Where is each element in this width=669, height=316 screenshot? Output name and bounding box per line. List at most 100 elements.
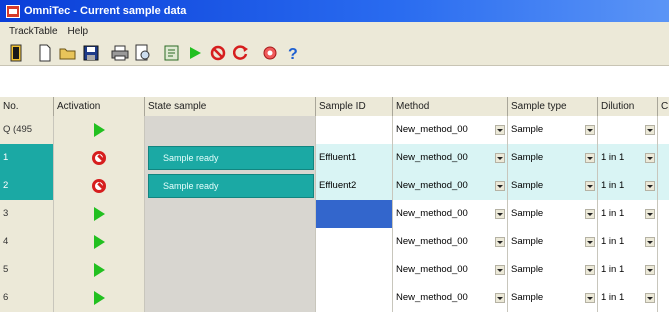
method-select[interactable]: New_method_00: [393, 284, 508, 312]
extra-cell[interactable]: [658, 284, 669, 312]
export-icon[interactable]: [162, 43, 182, 63]
sample-type-select[interactable]: Sample: [508, 200, 598, 228]
method-value: New_method_00: [396, 180, 468, 191]
chevron-down-icon[interactable]: [495, 265, 505, 275]
activation-cell[interactable]: [54, 256, 145, 284]
reset-icon[interactable]: [231, 43, 251, 63]
chevron-down-icon[interactable]: [495, 125, 505, 135]
method-select[interactable]: New_method_00: [393, 228, 508, 256]
save-icon[interactable]: [81, 43, 101, 63]
table-row[interactable]: 1 Sample ready Effluent1 New_method_00 Sampl…: [0, 144, 669, 172]
dilution-select[interactable]: 1 in 1: [598, 256, 658, 284]
play-icon[interactable]: [93, 123, 105, 137]
sample-id-cell[interactable]: Effluent2: [316, 172, 393, 200]
dilution-select[interactable]: [598, 116, 658, 144]
col-header-extra[interactable]: C: [658, 97, 669, 116]
activation-cell[interactable]: [54, 116, 145, 144]
col-header-activation[interactable]: Activation: [54, 97, 145, 116]
sample-type-select[interactable]: Sample: [508, 228, 598, 256]
chevron-down-icon[interactable]: [495, 153, 505, 163]
chevron-down-icon[interactable]: [585, 293, 595, 303]
record-icon[interactable]: [260, 43, 280, 63]
play-icon[interactable]: [93, 207, 105, 221]
menu-tracktable[interactable]: TrackTable: [4, 26, 63, 37]
dilution-select[interactable]: 1 in 1: [598, 228, 658, 256]
chevron-down-icon[interactable]: [645, 293, 655, 303]
dilution-select[interactable]: 1 in 1: [598, 144, 658, 172]
chevron-down-icon[interactable]: [585, 237, 595, 247]
col-header-method[interactable]: Method: [393, 97, 508, 116]
extra-cell[interactable]: [658, 200, 669, 228]
sample-id-cell[interactable]: [316, 228, 393, 256]
chevron-down-icon[interactable]: [645, 181, 655, 191]
sample-type-select[interactable]: Sample: [508, 256, 598, 284]
sample-type-select[interactable]: Sample: [508, 116, 598, 144]
chevron-down-icon[interactable]: [585, 125, 595, 135]
activation-cell[interactable]: [54, 228, 145, 256]
col-header-state-sample[interactable]: State sample: [145, 97, 316, 116]
menu-help[interactable]: Help: [63, 26, 94, 37]
play-icon[interactable]: [93, 235, 105, 249]
sample-id-cell[interactable]: Effluent1: [316, 144, 393, 172]
extra-cell[interactable]: [658, 116, 669, 144]
chevron-down-icon[interactable]: [495, 181, 505, 191]
sample-id-cell[interactable]: [316, 200, 393, 228]
print-icon[interactable]: [110, 43, 130, 63]
method-select[interactable]: New_method_00: [393, 172, 508, 200]
open-icon[interactable]: [58, 43, 78, 63]
chevron-down-icon[interactable]: [645, 153, 655, 163]
chevron-down-icon[interactable]: [645, 265, 655, 275]
chevron-down-icon[interactable]: [645, 237, 655, 247]
method-select[interactable]: New_method_00: [393, 144, 508, 172]
chevron-down-icon[interactable]: [585, 153, 595, 163]
chevron-down-icon[interactable]: [645, 125, 655, 135]
activation-cell[interactable]: [54, 144, 145, 172]
help-icon[interactable]: ?: [283, 43, 303, 63]
chevron-down-icon[interactable]: [645, 209, 655, 219]
stop-icon[interactable]: [92, 179, 106, 193]
print-preview-icon[interactable]: [133, 43, 153, 63]
col-header-dilution[interactable]: Dilution: [598, 97, 658, 116]
dilution-select[interactable]: 1 in 1: [598, 284, 658, 312]
new-icon[interactable]: [35, 43, 55, 63]
play-icon[interactable]: [93, 263, 105, 277]
table-row[interactable]: 5 New_method_00 Sample 1 in 1: [0, 256, 669, 284]
method-select[interactable]: New_method_00: [393, 200, 508, 228]
activation-cell[interactable]: [54, 284, 145, 312]
method-select[interactable]: New_method_00: [393, 256, 508, 284]
stop-icon[interactable]: [92, 151, 106, 165]
col-header-sample-type[interactable]: Sample type: [508, 97, 598, 116]
sample-type-select[interactable]: Sample: [508, 284, 598, 312]
chevron-down-icon[interactable]: [585, 209, 595, 219]
activation-cell[interactable]: [54, 172, 145, 200]
extra-cell[interactable]: [658, 172, 669, 200]
chevron-down-icon[interactable]: [585, 265, 595, 275]
chevron-down-icon[interactable]: [495, 293, 505, 303]
sample-id-cell[interactable]: [316, 284, 393, 312]
table-row[interactable]: 4 New_method_00 Sample 1 in 1: [0, 228, 669, 256]
sample-type-select[interactable]: Sample: [508, 144, 598, 172]
col-header-no[interactable]: No.: [0, 97, 54, 116]
table-row[interactable]: Q (495 New_method_00 Sample: [0, 116, 669, 144]
table-row[interactable]: 2 Sample ready Effluent2 New_method_00 Sampl…: [0, 172, 669, 200]
activation-cell[interactable]: [54, 200, 145, 228]
table-row[interactable]: 3 New_method_00 Sample 1 in 1: [0, 200, 669, 228]
dilution-select[interactable]: 1 in 1: [598, 200, 658, 228]
sample-id-cell[interactable]: [316, 256, 393, 284]
extra-cell[interactable]: [658, 256, 669, 284]
dilution-select[interactable]: 1 in 1: [598, 172, 658, 200]
stop-icon[interactable]: [208, 43, 228, 63]
col-header-sample-id[interactable]: Sample ID: [316, 97, 393, 116]
run-icon[interactable]: [185, 43, 205, 63]
play-icon[interactable]: [93, 291, 105, 305]
extra-cell[interactable]: [658, 144, 669, 172]
extra-cell[interactable]: [658, 228, 669, 256]
sample-type-select[interactable]: Sample: [508, 172, 598, 200]
method-select[interactable]: New_method_00: [393, 116, 508, 144]
table-row[interactable]: 6 New_method_00 Sample 1 in 1: [0, 284, 669, 312]
chevron-down-icon[interactable]: [585, 181, 595, 191]
chevron-down-icon[interactable]: [495, 237, 505, 247]
sample-id-cell[interactable]: [316, 116, 393, 144]
exit-icon[interactable]: [6, 43, 26, 63]
chevron-down-icon[interactable]: [495, 209, 505, 219]
